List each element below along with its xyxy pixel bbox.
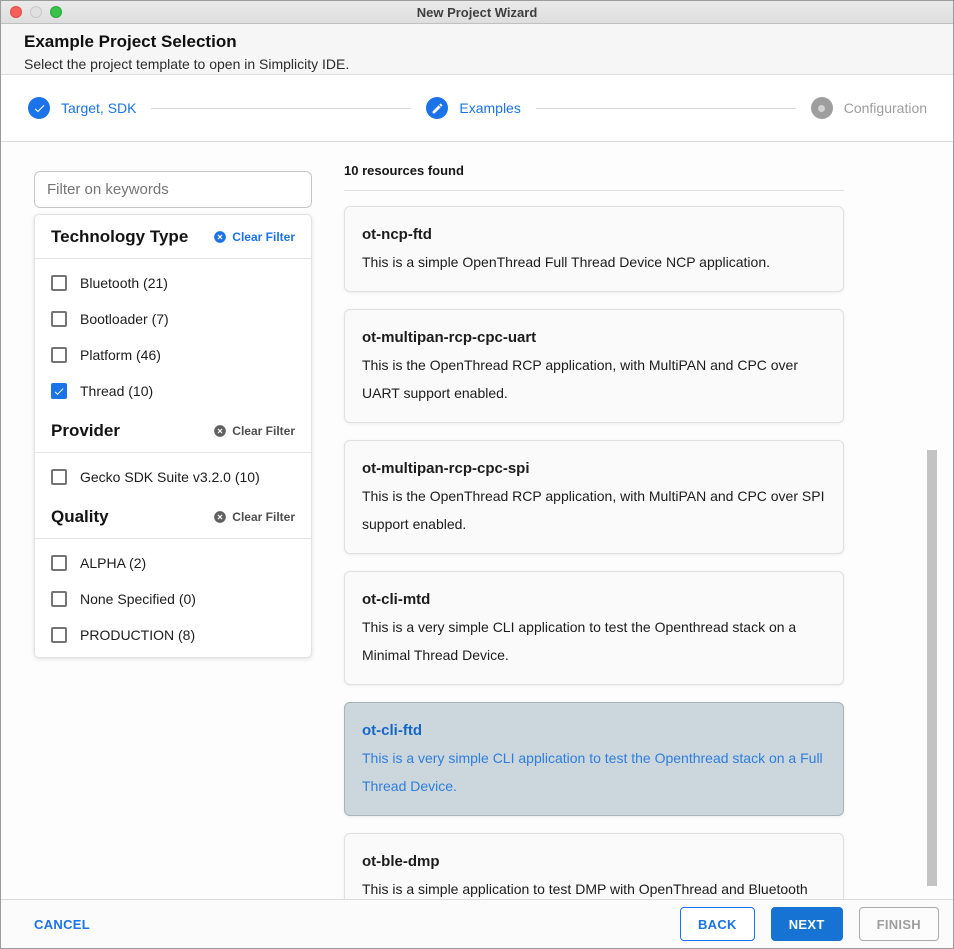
example-card-title: ot-ncp-ftd	[362, 226, 826, 243]
clear-filter-x-circle-icon	[213, 230, 227, 244]
window-titlebar[interactable]: New Project Wizard	[1, 1, 953, 24]
filter-section-header-provider: Provider Clear Filter	[35, 409, 311, 453]
clear-filter-button-provider[interactable]: Clear Filter	[213, 424, 295, 438]
example-card-ot-multipan-rcp-cpc-spi[interactable]: ot-multipan-rcp-cpc-spi This is the Open…	[344, 440, 844, 554]
clear-filter-button-quality[interactable]: Clear Filter	[213, 510, 295, 524]
stepper-connector	[151, 108, 411, 109]
example-card-description: This is the OpenThread RCP application, …	[362, 482, 826, 538]
results-panel: 10 resources found ot-ncp-ftd This is a …	[344, 163, 844, 947]
stepper-connector	[536, 108, 796, 109]
checkbox-label: None Specified (0)	[80, 591, 196, 607]
clear-filter-label: Clear Filter	[232, 424, 295, 438]
example-card-ot-ncp-ftd[interactable]: ot-ncp-ftd This is a simple OpenThread F…	[344, 206, 844, 292]
filter-section-title: Quality	[51, 507, 109, 527]
wizard-stepper: Target, SDK Examples Configuration	[1, 75, 953, 142]
checkbox-icon[interactable]	[51, 347, 67, 363]
checkbox-label: Bootloader (7)	[80, 311, 169, 327]
zoom-window-icon[interactable]	[50, 6, 62, 18]
wizard-header: Example Project Selection Select the pro…	[1, 24, 953, 75]
filter-checkbox-alpha-2[interactable]: ALPHA (2)	[35, 545, 311, 581]
example-card-title: ot-multipan-rcp-cpc-uart	[362, 329, 826, 346]
clear-filter-button-technology-type[interactable]: Clear Filter	[213, 230, 295, 244]
checkbox-icon[interactable]	[51, 591, 67, 607]
next-button[interactable]: NEXT	[771, 907, 843, 941]
filter-checkbox-none-specified-0[interactable]: None Specified (0)	[35, 581, 311, 617]
clear-filter-label: Clear Filter	[232, 230, 295, 244]
example-card-title: ot-cli-mtd	[362, 591, 826, 608]
cancel-button[interactable]: CANCEL	[34, 917, 90, 932]
filter-checkbox-bootloader-7[interactable]: Bootloader (7)	[35, 301, 311, 337]
example-card-description: This is a very simple CLI application to…	[362, 744, 826, 800]
filter-section-title: Technology Type	[51, 227, 188, 247]
window-title: New Project Wizard	[1, 5, 953, 20]
keyword-filter-input[interactable]	[34, 171, 312, 208]
step-examples[interactable]: Examples	[426, 97, 520, 119]
filter-section-header-quality: Quality Clear Filter	[35, 495, 311, 539]
wizard-footer: CANCEL BACK NEXT FINISH	[1, 899, 953, 948]
checkbox-icon[interactable]	[51, 469, 67, 485]
checkbox-icon[interactable]	[51, 555, 67, 571]
step-configuration: Configuration	[811, 97, 927, 119]
step-label-configuration: Configuration	[844, 100, 927, 116]
checkbox-icon[interactable]	[51, 311, 67, 327]
step-label-examples: Examples	[459, 100, 520, 116]
clear-filter-label: Clear Filter	[232, 510, 295, 524]
example-card-list: ot-ncp-ftd This is a simple OpenThread F…	[344, 206, 844, 947]
minimize-window-icon[interactable]	[30, 6, 42, 18]
scrollbar-thumb[interactable]	[927, 450, 937, 886]
filter-section-header-technology-type: Technology Type Clear Filter	[35, 215, 311, 259]
checkbox-label: Platform (46)	[80, 347, 161, 363]
clear-filter-x-circle-icon	[213, 510, 227, 524]
filter-panel: Technology Type Clear Filter Bluetooth (…	[34, 214, 312, 658]
page-subtitle: Select the project template to open in S…	[24, 56, 953, 72]
example-card-ot-cli-mtd[interactable]: ot-cli-mtd This is a very simple CLI app…	[344, 571, 844, 685]
clear-filter-x-circle-icon	[213, 424, 227, 438]
checkbox-icon[interactable]	[51, 383, 67, 399]
example-card-ot-cli-ftd[interactable]: ot-cli-ftd This is a very simple CLI app…	[344, 702, 844, 816]
finish-button[interactable]: FINISH	[859, 907, 939, 941]
filter-section-title: Provider	[51, 421, 120, 441]
close-window-icon[interactable]	[10, 6, 22, 18]
back-button[interactable]: BACK	[680, 907, 755, 941]
checkbox-label: ALPHA (2)	[80, 555, 146, 571]
filter-sidebar: Technology Type Clear Filter Bluetooth (…	[34, 171, 312, 658]
checkbox-label: Bluetooth (21)	[80, 275, 168, 291]
checkbox-icon[interactable]	[51, 275, 67, 291]
example-card-title: ot-cli-ftd	[362, 722, 826, 739]
filter-checkbox-bluetooth-21[interactable]: Bluetooth (21)	[35, 265, 311, 301]
filter-checkbox-platform-46[interactable]: Platform (46)	[35, 337, 311, 373]
results-count: 10 resources found	[344, 163, 844, 178]
window-controls	[10, 6, 62, 18]
example-card-ot-multipan-rcp-cpc-uart[interactable]: ot-multipan-rcp-cpc-uart This is the Ope…	[344, 309, 844, 423]
page-title: Example Project Selection	[24, 32, 953, 52]
new-project-wizard-window: New Project Wizard Example Project Selec…	[0, 0, 954, 949]
step-edit-pencil-icon	[426, 97, 448, 119]
footer-actions: BACK NEXT FINISH	[680, 907, 939, 941]
example-card-title: ot-multipan-rcp-cpc-spi	[362, 460, 826, 477]
wizard-content: Technology Type Clear Filter Bluetooth (…	[1, 142, 953, 899]
checkbox-icon[interactable]	[51, 627, 67, 643]
filter-checkbox-production-8[interactable]: PRODUCTION (8)	[35, 617, 311, 653]
results-divider	[344, 190, 844, 191]
filter-checkbox-gecko-sdk-suite-v3-2-0-10[interactable]: Gecko SDK Suite v3.2.0 (10)	[35, 459, 311, 495]
step-target-sdk[interactable]: Target, SDK	[28, 97, 136, 119]
filter-checkbox-thread-10[interactable]: Thread (10)	[35, 373, 311, 409]
checkbox-label: Thread (10)	[80, 383, 153, 399]
checkbox-label: Gecko SDK Suite v3.2.0 (10)	[80, 469, 260, 485]
example-card-description: This is a very simple CLI application to…	[362, 613, 826, 669]
checkbox-label: PRODUCTION (8)	[80, 627, 195, 643]
example-card-description: This is a simple OpenThread Full Thread …	[362, 248, 826, 276]
step-complete-check-icon	[28, 97, 50, 119]
step-label-target-sdk: Target, SDK	[61, 100, 136, 116]
step-pending-dot-icon	[811, 97, 833, 119]
example-card-description: This is the OpenThread RCP application, …	[362, 351, 826, 407]
example-card-title: ot-ble-dmp	[362, 853, 826, 870]
